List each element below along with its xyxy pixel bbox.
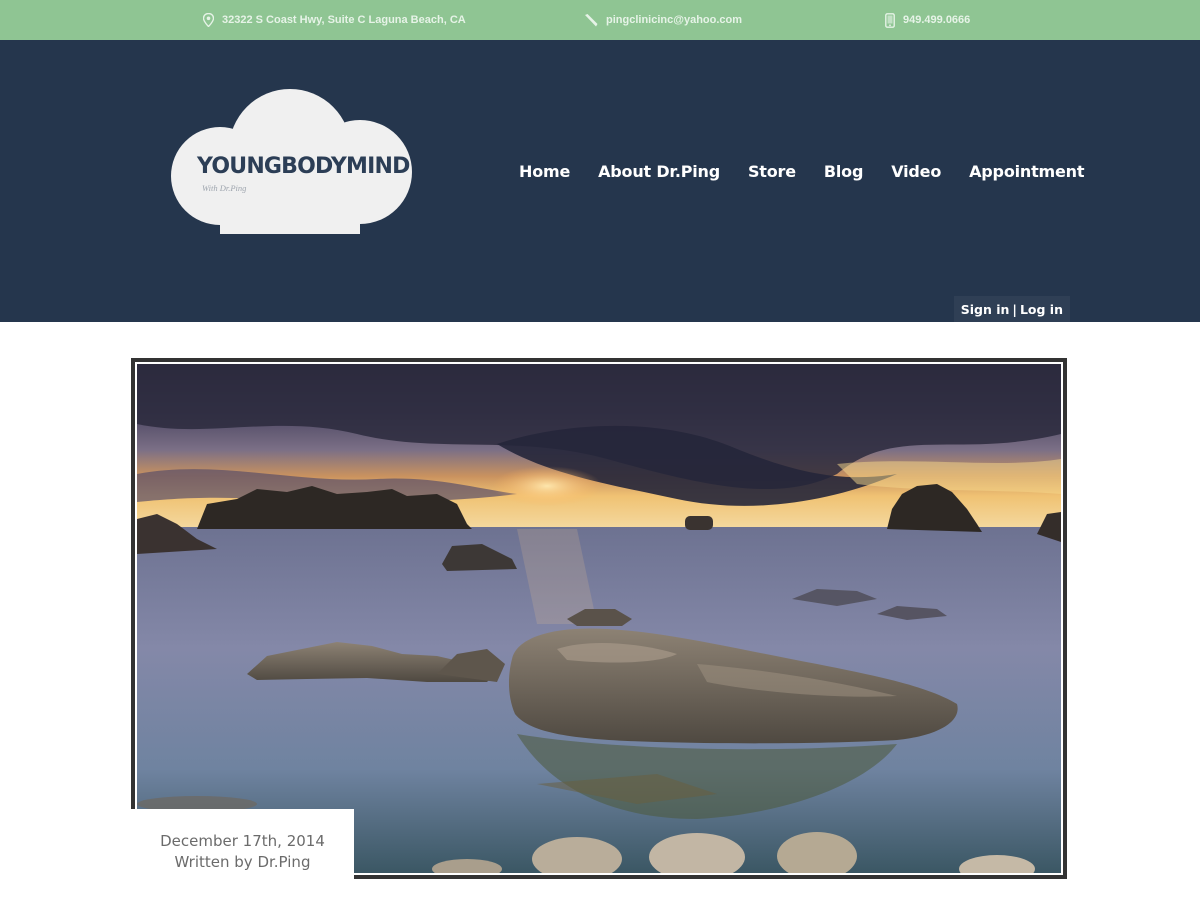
pencil-icon — [584, 13, 598, 27]
log-in-link[interactable]: Log in — [1020, 302, 1063, 317]
email-link[interactable]: pingclinicinc@yahoo.com — [606, 14, 742, 26]
main-nav: Home About Dr.Ping Store Blog Video Appo… — [519, 162, 1084, 181]
map-pin-icon — [203, 13, 214, 27]
sign-in-link[interactable]: Sign in — [961, 302, 1010, 317]
auth-separator: | — [1012, 301, 1017, 317]
featured-photo[interactable] — [137, 364, 1061, 873]
contact-address: 32322 S Coast Hwy, Suite C Laguna Beach,… — [203, 0, 466, 40]
site-logo[interactable]: YOUNGBODYMIND With Dr.Ping — [170, 88, 415, 236]
post-meta: December 17th, 2014 Written by Dr.Ping — [131, 809, 354, 879]
auth-links: Sign in | Log in — [953, 296, 1070, 322]
nav-blog[interactable]: Blog — [824, 162, 864, 181]
featured-image-frame — [131, 358, 1067, 879]
phone-text[interactable]: 949.499.0666 — [903, 14, 970, 26]
nav-about[interactable]: About Dr.Ping — [598, 162, 720, 181]
address-text: 32322 S Coast Hwy, Suite C Laguna Beach,… — [222, 14, 466, 26]
logo-subtitle: With Dr.Ping — [202, 183, 247, 193]
contact-bar: 32322 S Coast Hwy, Suite C Laguna Beach,… — [0, 0, 1200, 40]
mobile-phone-icon — [885, 12, 895, 28]
nav-home[interactable]: Home — [519, 162, 570, 181]
nav-store[interactable]: Store — [748, 162, 796, 181]
nav-appointment[interactable]: Appointment — [969, 162, 1084, 181]
post-author: Written by Dr.Ping — [174, 853, 311, 871]
post-date: December 17th, 2014 — [160, 832, 325, 850]
nav-video[interactable]: Video — [891, 162, 941, 181]
featured-image-mat — [135, 362, 1063, 875]
logo-title: YOUNGBODYMIND — [197, 154, 410, 179]
site-header: YOUNGBODYMIND With Dr.Ping Home About Dr… — [0, 40, 1200, 322]
contact-email[interactable]: pingclinicinc@yahoo.com — [584, 0, 742, 40]
contact-phone[interactable]: 949.499.0666 — [885, 0, 970, 40]
